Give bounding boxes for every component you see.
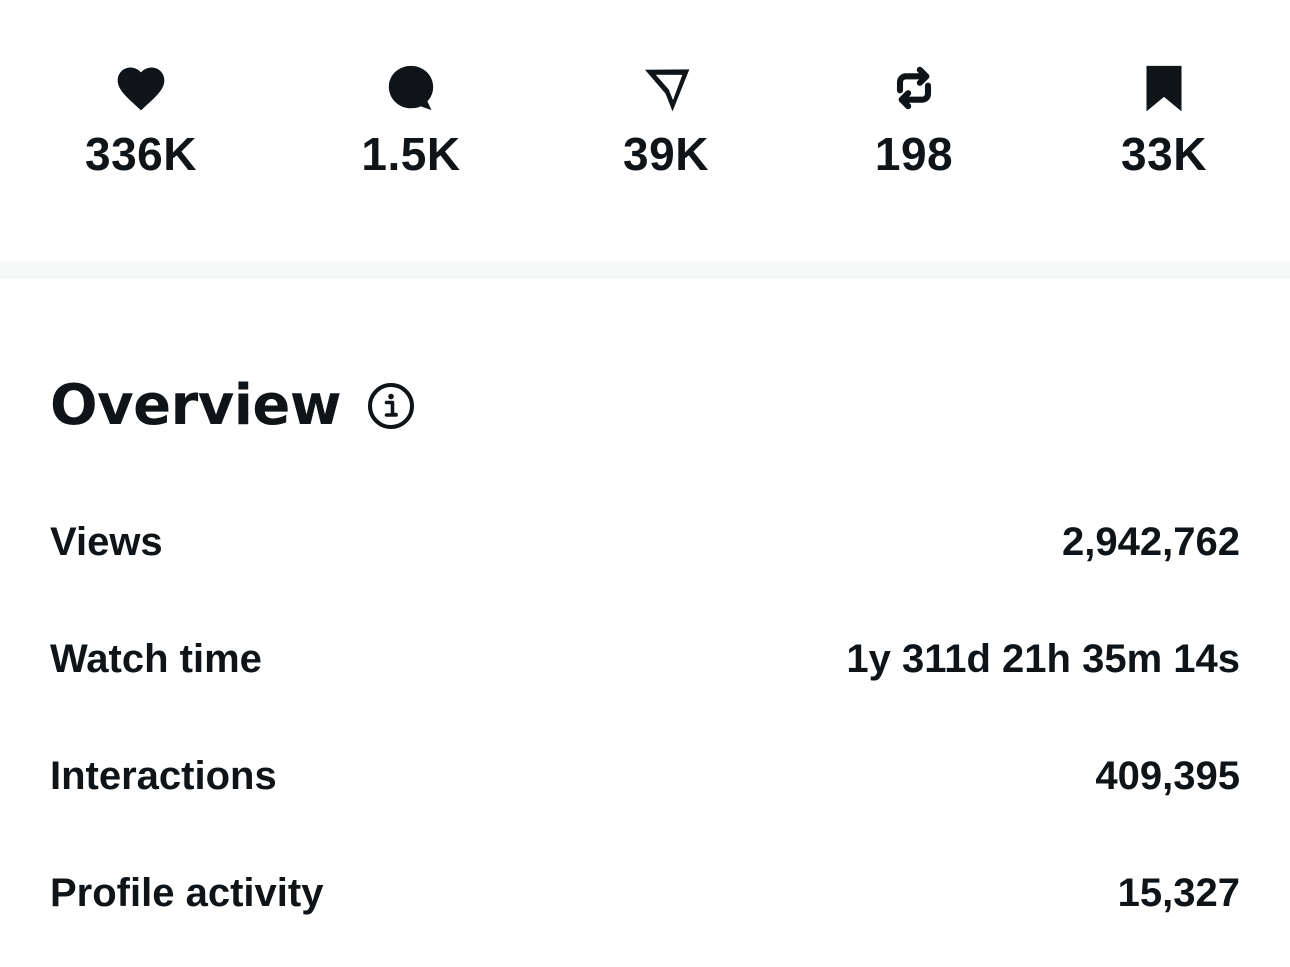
metric-row-watch-time: Watch time 1y 311d 21h 35m 14s [50,629,1240,689]
overview-title: Overview [50,373,342,438]
metric-value: 1y 311d 21h 35m 14s [846,637,1240,681]
section-divider [0,261,1290,279]
reposts-count: 198 [874,128,954,180]
metric-value: 15,327 [1117,871,1240,915]
metric-label: Interactions [50,754,277,798]
shares-stat[interactable]: 39K [566,60,766,182]
metric-label: Views [50,520,163,564]
likes-count: 336K [85,128,197,180]
engagement-stats-row: 336K 1.5K 39K 198 33K [0,0,1290,260]
overview-header: Overview [50,368,415,444]
metric-value: 409,395 [1095,754,1240,798]
bookmark-icon [1136,60,1192,116]
repost-icon [886,60,942,116]
shares-count: 39K [623,128,709,180]
bookmarks-stat[interactable]: 33K [1064,60,1264,182]
share-arrow-icon [638,60,694,116]
replies-count: 1.5K [361,128,461,180]
metric-label: Profile activity [50,871,324,915]
metric-value: 2,942,762 [1062,520,1240,564]
likes-stat[interactable]: 336K [41,60,241,182]
metric-row-profile-activity: Profile activity 15,327 [50,863,1240,923]
metric-label: Watch time [50,637,262,681]
metric-row-interactions: Interactions 409,395 [50,746,1240,806]
bookmarks-count: 33K [1121,128,1207,180]
metric-row-views: Views 2,942,762 [50,512,1240,572]
reposts-stat[interactable]: 198 [814,60,1014,182]
replies-stat[interactable]: 1.5K [311,60,511,182]
reply-bubble-icon [383,60,439,116]
info-icon[interactable] [367,382,415,430]
heart-icon [113,60,169,116]
